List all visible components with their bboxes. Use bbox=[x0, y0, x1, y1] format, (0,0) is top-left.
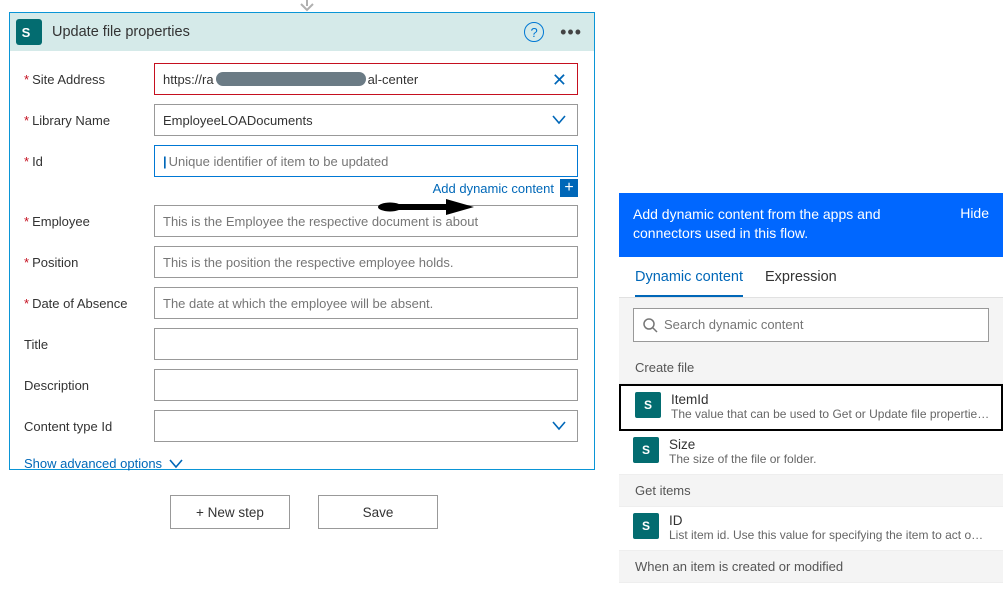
date-absence-placeholder: The date at which the employee will be a… bbox=[163, 296, 433, 311]
search-input[interactable]: Search dynamic content bbox=[633, 308, 989, 342]
position-input[interactable]: This is the position the respective empl… bbox=[154, 246, 578, 278]
chevron-down-icon bbox=[551, 420, 567, 432]
employee-label: Employee bbox=[32, 214, 90, 229]
date-absence-label: Date of Absence bbox=[32, 296, 127, 311]
sharepoint-icon: S bbox=[16, 19, 42, 45]
dc-item-subtitle: The size of the file or folder. bbox=[669, 452, 816, 466]
new-step-button[interactable]: + New step bbox=[170, 495, 290, 529]
dc-item-id[interactable]: S ID List item id. Use this value for sp… bbox=[619, 507, 1003, 551]
action-header: S Update file properties ? ••• bbox=[10, 13, 594, 51]
hide-link[interactable]: Hide bbox=[960, 205, 989, 221]
dynamic-content-panel: Add dynamic content from the apps and co… bbox=[619, 193, 1003, 583]
help-icon[interactable]: ? bbox=[524, 22, 544, 42]
site-address-value-prefix: https://ra bbox=[163, 72, 214, 87]
employee-input[interactable]: This is the Employee the respective docu… bbox=[154, 205, 578, 237]
action-title: Update file properties bbox=[52, 24, 524, 40]
show-advanced-label: Show advanced options bbox=[24, 456, 162, 471]
dc-item-title: ID bbox=[669, 513, 989, 528]
dc-item-title: ItemId bbox=[671, 392, 991, 407]
tab-expression[interactable]: Expression bbox=[765, 269, 837, 297]
sharepoint-icon: S bbox=[635, 392, 661, 418]
id-input[interactable]: |Unique identifier of item to be updated bbox=[154, 145, 578, 177]
library-name-select[interactable]: EmployeeLOADocuments bbox=[154, 104, 578, 136]
chevron-down-icon bbox=[168, 458, 184, 470]
library-name-label: Library Name bbox=[32, 113, 110, 128]
show-advanced-options-link[interactable]: Show advanced options bbox=[24, 456, 578, 471]
sharepoint-icon: S bbox=[633, 437, 659, 463]
dc-item-title: Size bbox=[669, 437, 816, 452]
dc-item-subtitle: The value that can be used to Get or Upd… bbox=[671, 407, 991, 421]
date-absence-input[interactable]: The date at which the employee will be a… bbox=[154, 287, 578, 319]
flow-connector-arrow bbox=[299, 0, 315, 12]
dc-item-itemid[interactable]: S ItemId The value that can be used to G… bbox=[619, 384, 1003, 431]
content-type-id-select[interactable] bbox=[154, 410, 578, 442]
clear-icon[interactable]: ✕ bbox=[552, 70, 567, 91]
position-placeholder: This is the position the respective empl… bbox=[163, 255, 454, 270]
group-get-items: Get items bbox=[619, 475, 1003, 507]
id-placeholder: Unique identifier of item to be updated bbox=[169, 154, 389, 169]
redacted-icon bbox=[216, 72, 366, 86]
id-label: Id bbox=[32, 154, 43, 169]
panel-header-text: Add dynamic content from the apps and co… bbox=[633, 205, 933, 243]
description-input[interactable] bbox=[154, 369, 578, 401]
position-label: Position bbox=[32, 255, 78, 270]
group-when-item: When an item is created or modified bbox=[619, 551, 1003, 583]
dc-item-size[interactable]: S Size The size of the file or folder. bbox=[619, 431, 1003, 475]
action-card: S Update file properties ? ••• *Site Add… bbox=[9, 12, 595, 470]
group-create-file: Create file bbox=[619, 352, 1003, 384]
library-name-value: EmployeeLOADocuments bbox=[163, 113, 313, 128]
panel-header: Add dynamic content from the apps and co… bbox=[619, 193, 1003, 257]
search-icon bbox=[642, 317, 658, 333]
chevron-down-icon bbox=[551, 114, 567, 126]
content-type-id-label: Content type Id bbox=[24, 419, 112, 434]
add-dynamic-content-link[interactable]: Add dynamic content bbox=[433, 181, 554, 196]
save-button[interactable]: Save bbox=[318, 495, 438, 529]
employee-placeholder: This is the Employee the respective docu… bbox=[163, 214, 478, 229]
site-address-input[interactable]: https://ra al-center ✕ bbox=[154, 63, 578, 95]
site-address-label: Site Address bbox=[32, 72, 105, 87]
cursor-icon: | bbox=[163, 154, 167, 169]
add-dynamic-content-icon[interactable]: + bbox=[560, 179, 578, 197]
tab-dynamic-content[interactable]: Dynamic content bbox=[635, 269, 743, 297]
sharepoint-icon: S bbox=[633, 513, 659, 539]
dc-item-subtitle: List item id. Use this value for specify… bbox=[669, 528, 989, 542]
title-label: Title bbox=[24, 337, 48, 352]
more-icon[interactable]: ••• bbox=[556, 27, 586, 37]
search-placeholder: Search dynamic content bbox=[664, 317, 803, 332]
title-input[interactable] bbox=[154, 328, 578, 360]
site-address-value-suffix: al-center bbox=[368, 72, 419, 87]
description-label: Description bbox=[24, 378, 89, 393]
